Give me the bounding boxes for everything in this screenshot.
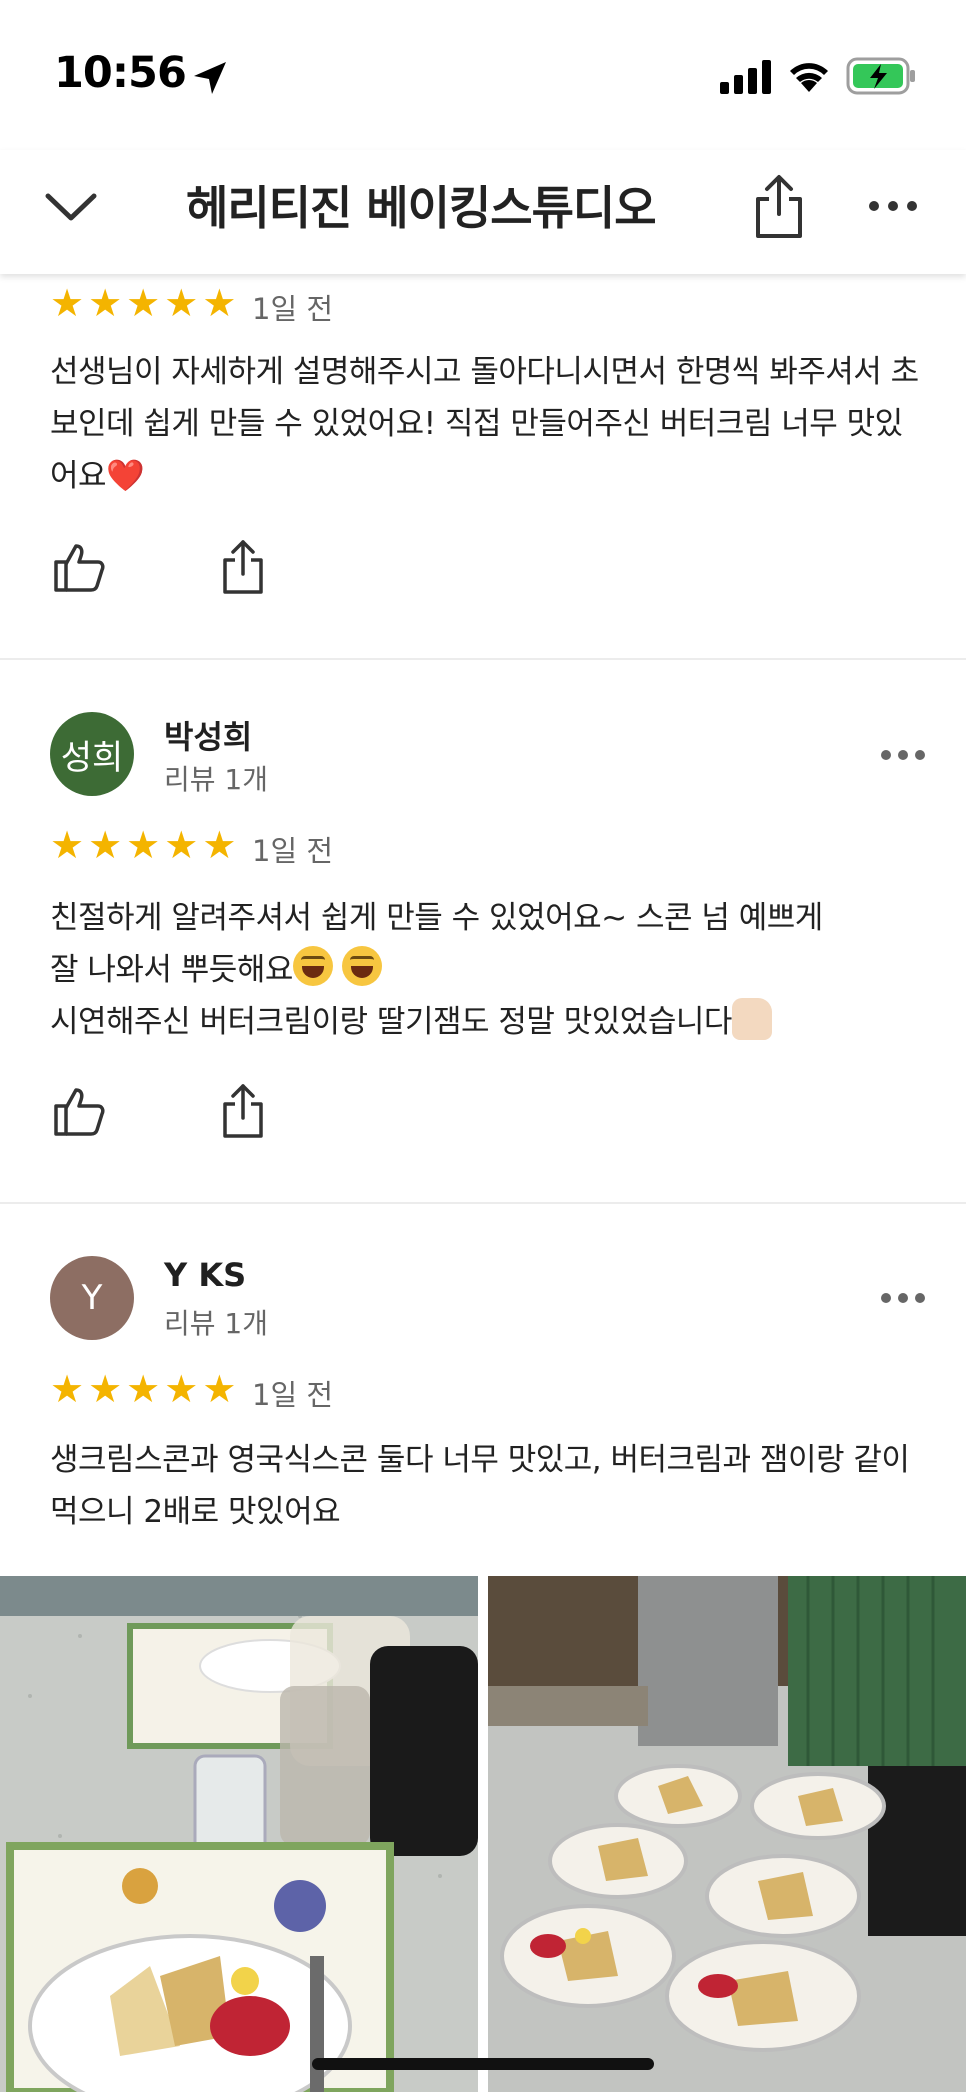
review-text: 선생님이 자세하게 설명해주시고 돌아다니시면서 한명씩 봐주셔서 초보인데 쉽… [50,354,919,494]
review-count: 리뷰 1개 [164,1307,268,1340]
review-text-line: 친절하게 알려주셔서 쉽게 만들 수 있었어요~ 스콘 넘 예쁘게 [50,900,823,936]
star-icon: ★ [88,1367,123,1411]
battery-charging-icon [846,57,915,95]
home-indicator[interactable] [312,2058,654,2070]
thumbs-up-emoji [731,998,772,1040]
status-time: 10:56 [54,48,187,98]
status-bar: 10:56 [0,0,966,150]
more-icon[interactable] [878,1288,928,1308]
heart-emoji: ❤️ [106,458,145,494]
review-text: 친절하게 알려주셔서 쉽게 만들 수 있었어요~ 스콘 넘 예쁘게 잘 나와서 … [50,892,920,1048]
chevron-down-icon[interactable] [40,176,102,238]
star-icon: ★ [88,281,123,325]
star-icon: ★ [126,1367,161,1411]
star-icon: ★ [164,281,199,325]
review-date: 1일 전 [252,292,334,326]
review-text-line: 잘 나와서 뿌듯해요 [50,944,920,996]
more-icon[interactable] [862,178,924,234]
review-divider [0,658,966,660]
review-text: 생크림스콘과 영국식스콘 둘다 너무 맛있고, 버터크림과 잼이랑 같이 먹으니… [50,1442,910,1530]
avatar[interactable]: 성희 [50,712,134,796]
star-icon: ★ [50,281,85,325]
review-count: 리뷰 1개 [164,763,268,796]
review-photo[interactable] [488,1576,966,2092]
thumbs-up-icon[interactable] [52,1084,106,1138]
star-icon: ★ [202,281,237,325]
star-rating: ★ ★ ★ ★ ★ [50,284,236,322]
review-date: 1일 전 [252,834,334,868]
grinning-squinting-face-emoji [342,946,383,986]
share-icon[interactable] [218,538,268,596]
star-icon: ★ [164,823,199,867]
more-icon[interactable] [878,745,928,765]
review-text-line: 시연해주신 버터크림이랑 딸기잼도 정말 맛있었습니다 [50,996,920,1048]
app-header: 헤리티진 베이킹스튜디오 [0,150,966,274]
wifi-icon [790,63,828,92]
review-photo[interactable] [0,1576,478,2092]
star-icon: ★ [202,1367,237,1411]
star-icon: ★ [126,823,161,867]
star-icon: ★ [88,823,123,867]
star-rating: ★ ★ ★ ★ ★ [50,1370,236,1408]
star-icon: ★ [50,823,85,867]
place-title: 헤리티진 베이킹스튜디오 [186,181,657,235]
reviewer-name[interactable]: 박성희 [164,712,252,758]
reviewer-name[interactable]: Y KS [164,1256,246,1294]
review-divider [0,1202,966,1204]
star-icon: ★ [202,823,237,867]
review-date: 1일 전 [252,1378,334,1412]
share-icon[interactable] [748,172,810,240]
location-arrow-icon [194,62,226,94]
thumbs-up-icon[interactable] [52,540,106,594]
star-icon: ★ [164,1367,199,1411]
star-icon: ★ [126,281,161,325]
star-icon: ★ [50,1367,85,1411]
avatar[interactable]: Y [50,1256,134,1340]
star-rating: ★ ★ ★ ★ ★ [50,826,236,864]
grinning-squinting-face-emoji [292,946,333,986]
share-icon[interactable] [218,1082,268,1140]
cellular-signal-icon [720,60,771,94]
